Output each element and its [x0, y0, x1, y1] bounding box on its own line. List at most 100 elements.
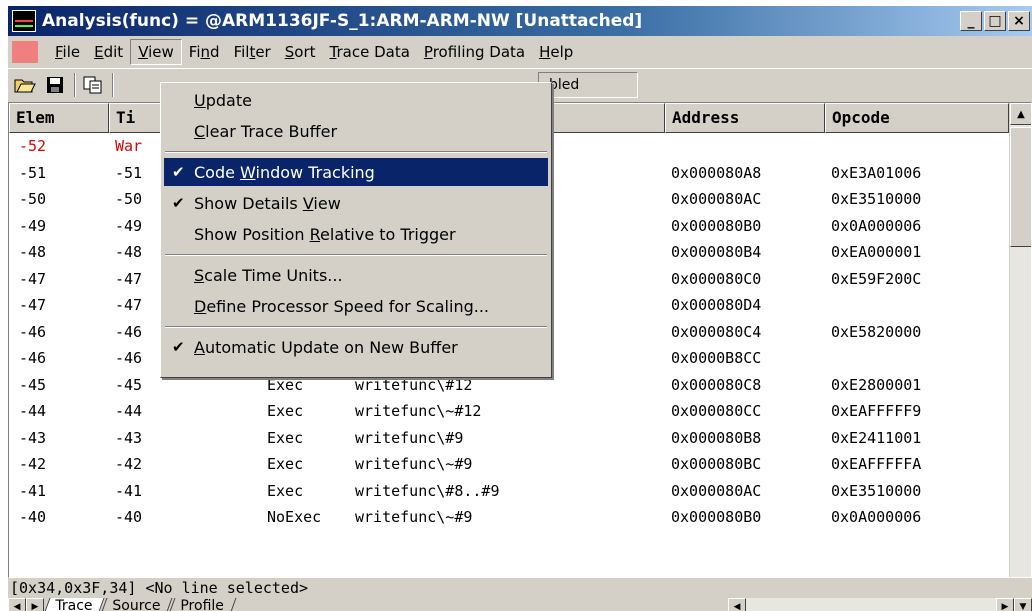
table-row[interactable]: -43 -43 Exec writefunc\#9 0x000080B8 0xE24110…: [9, 425, 1009, 452]
table-row[interactable]: -41 -41 Exec writefunc\#8..#9 0x000080AC 0xE3…: [9, 478, 1009, 505]
cell-info: writefunc\#9: [355, 428, 464, 447]
table-row[interactable]: -42 -42 Exec writefunc\~#9 0x000080BC 0xEAFFF…: [9, 451, 1009, 478]
cell-time: -43: [115, 428, 143, 447]
cell-time: -45: [115, 375, 143, 394]
cell-addr: 0x000080BC: [671, 455, 762, 473]
cell-time: -50: [115, 190, 143, 208]
menu-help[interactable]: Help: [532, 40, 580, 64]
menu-file[interactable]: File: [48, 40, 87, 64]
cell-time: -44: [115, 402, 143, 420]
cell-op: 0xE5820000: [831, 322, 922, 341]
tab-prev-icon[interactable]: ◀: [8, 598, 26, 611]
cell-info: writefunc\#8..#9: [355, 481, 500, 500]
cell-op: 0xEAFFFFFA: [831, 455, 922, 473]
cell-time: -41: [115, 481, 143, 500]
maximize-button[interactable]: □: [984, 11, 1006, 31]
scroll-thumb[interactable]: [1010, 127, 1031, 247]
cell-type: NoExec: [267, 508, 322, 526]
cell-time: War: [115, 137, 143, 155]
cell-elem: -45: [19, 375, 47, 394]
menu-item-label: Code Window Tracking: [194, 162, 375, 182]
cell-info: writefunc\#12: [355, 375, 473, 394]
view-menu-item-define-processor-speed-for-scaling[interactable]: Define Processor Speed for Scaling...: [164, 292, 548, 320]
cell-time: -46: [115, 349, 143, 367]
view-menu-item-update[interactable]: Update: [164, 86, 548, 114]
view-menu-item-clear-trace-buffer[interactable]: Clear Trace Buffer: [164, 117, 548, 145]
menu-edit[interactable]: Edit: [87, 40, 130, 64]
vertical-scrollbar[interactable]: ▲: [1009, 103, 1031, 577]
menu-separator: [165, 151, 547, 153]
cell-type: Exec: [267, 402, 304, 420]
menu-find[interactable]: Find: [182, 40, 227, 64]
open-folder-icon[interactable]: [12, 73, 38, 97]
cell-elem: -50: [19, 190, 47, 208]
cell-elem: -49: [19, 216, 47, 235]
cell-info: writefunc\~#9: [355, 508, 473, 526]
cell-addr: 0x000080B8: [671, 428, 762, 447]
tab-trace[interactable]: Trace: [42, 598, 105, 611]
menu-filter[interactable]: Filter: [227, 40, 278, 64]
cell-time: -49: [115, 216, 143, 235]
cell-op: 0xE3510000: [831, 190, 922, 208]
horizontal-scrollbar[interactable]: ◀ ▶ ▼: [728, 598, 1032, 611]
tab-source[interactable]: Source: [99, 598, 173, 611]
scroll-right-icon[interactable]: ▶: [996, 598, 1014, 611]
menu-label: Filter: [233, 43, 271, 61]
menu-label: Help: [539, 43, 574, 61]
cell-type: Exec: [267, 455, 304, 473]
menu-separator: [165, 254, 547, 256]
cell-op: 0xE59F200C: [831, 269, 922, 288]
column-header-elem[interactable]: Elem: [9, 103, 109, 133]
view-menu-item-show-position-relative-to-trigger[interactable]: Show Position Relative to Trigger: [164, 220, 548, 248]
cell-time: -46: [115, 322, 143, 341]
cell-addr: 0x000080C0: [671, 269, 762, 288]
cell-op: 0xEA000001: [831, 243, 922, 261]
menu-item-label: Automatic Update on New Buffer: [194, 337, 458, 357]
cell-addr: 0x000080AC: [671, 190, 762, 208]
menu-label: Find: [188, 43, 220, 61]
table-row[interactable]: -44 -44 Exec writefunc\~#12 0x000080CC 0xEAFF…: [9, 398, 1009, 425]
view-menu-item-code-window-tracking[interactable]: ✔ Code Window Tracking: [164, 158, 548, 186]
cell-addr: 0x000080D4: [671, 296, 762, 314]
column-header-address[interactable]: Address: [665, 103, 825, 133]
copy-icon[interactable]: [80, 73, 106, 97]
table-row[interactable]: -40 -40 NoExec writefunc\~#9 0x000080B0 0x0A0…: [9, 504, 1009, 531]
menu-sort[interactable]: Sort: [278, 40, 323, 64]
minimize-button[interactable]: _: [960, 11, 982, 31]
tab-profile[interactable]: Profile: [167, 598, 237, 611]
save-icon[interactable]: [42, 73, 68, 97]
cell-elem: -40: [19, 508, 47, 526]
scroll-up-icon[interactable]: ▲: [1010, 103, 1031, 125]
menu-trace-data[interactable]: Trace Data: [323, 40, 417, 64]
scroll-left-icon[interactable]: ◀: [728, 598, 746, 611]
column-header-opcode[interactable]: Opcode: [825, 103, 1009, 133]
cell-op: 0xE3A01006: [831, 163, 922, 182]
cell-op: 0xEAFFFFF9: [831, 402, 922, 420]
tab-bar: ◀ ▶ Trace Source Profile ◀ ▶ ▼: [8, 598, 1032, 611]
toolbar-separator: [74, 72, 76, 97]
view-menu-item-scale-time-units[interactable]: Scale Time Units...: [164, 261, 548, 289]
cell-addr: 0x000080B4: [671, 243, 762, 261]
cell-op: 0x0A000006: [831, 216, 922, 235]
cell-op: 0xE2800001: [831, 375, 922, 394]
menu-label: File: [55, 43, 81, 61]
view-menu-item-show-details-view[interactable]: ✔ Show Details View: [164, 189, 548, 217]
menu-bar: File Edit View Find Filter Sort Trace Data Prof…: [8, 38, 1032, 66]
close-button[interactable]: ×: [1008, 11, 1030, 31]
tab-next-icon[interactable]: ▶: [26, 598, 44, 611]
menu-view[interactable]: View: [130, 39, 182, 65]
view-menu-dropdown: Update Clear Trace Buffer ✔ Code Window Tra…: [160, 82, 552, 378]
title-bar[interactable]: Analysis(func) = @ARM1136JF-S_1:ARM-ARM-…: [8, 6, 1032, 36]
view-menu-item-automatic-update-on-new-buffer[interactable]: ✔ Automatic Update on New Buffer: [164, 333, 548, 361]
cell-time: -48: [115, 243, 143, 261]
scroll-down-icon[interactable]: ▼: [1014, 598, 1032, 611]
tab-label: Source: [112, 598, 161, 611]
cell-op: 0xE3510000: [831, 481, 922, 500]
cell-info: writefunc\~#9: [355, 455, 473, 473]
status-line: [0x34,0x3F,34] <No line selected>: [10, 579, 309, 597]
cell-addr: 0x000080B0: [671, 216, 762, 235]
menu-profiling-data[interactable]: Profiling Data: [417, 40, 532, 64]
cell-addr: 0x000080B0: [671, 508, 762, 526]
cell-op: 0xE2411001: [831, 428, 922, 447]
cell-type: Exec: [267, 428, 304, 447]
